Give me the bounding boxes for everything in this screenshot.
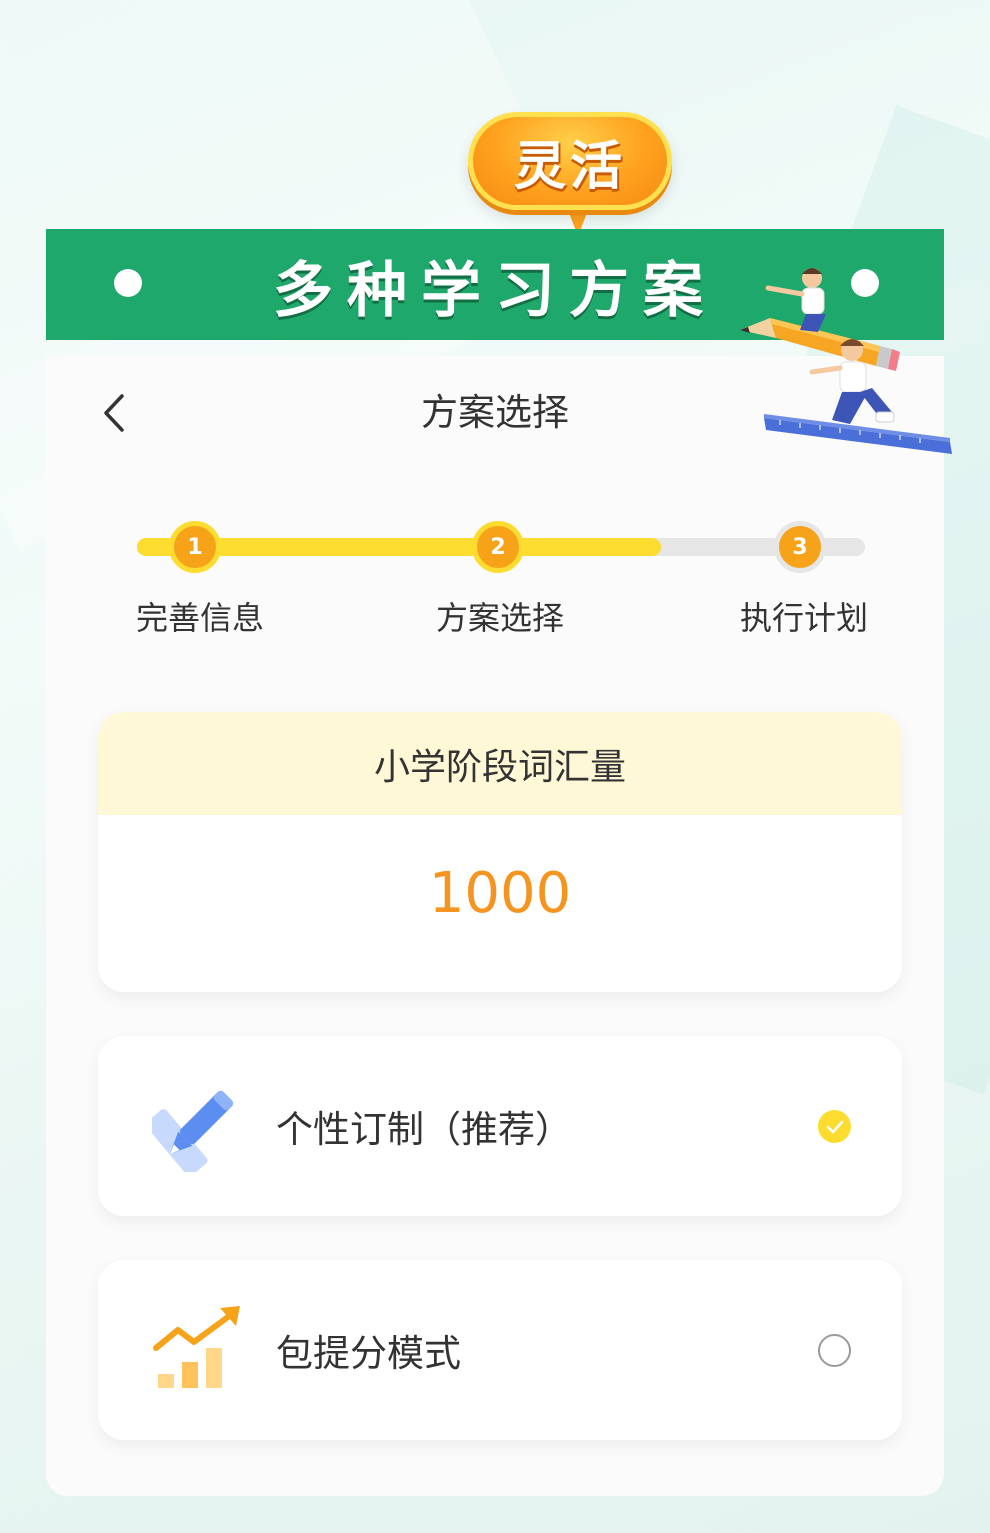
kids-pencil-illustration [740,268,952,454]
checkmark-icon [826,1120,843,1133]
chevron-left-icon [104,394,124,432]
banner-title: 多种学习方案 [273,256,717,326]
step-2-label: 方案选择 [435,599,564,637]
pencil-ruler-icon [152,1090,234,1172]
vocabulary-value: 1000 [428,861,572,926]
growth-chart-icon [153,1306,240,1388]
option-score-guarantee-label: 包提分模式 [276,1332,461,1375]
option-personalized[interactable]: 个性订制（推荐） [98,1036,902,1216]
back-button[interactable] [96,390,132,436]
step-1-circle: 1 [169,521,221,573]
radio-unselected-icon[interactable] [818,1334,851,1367]
option-score-guarantee[interactable]: 包提分模式 [98,1260,902,1440]
flexible-badge: 灵活 [468,112,672,210]
step-3-label: 执行计划 [739,599,868,637]
vocabulary-box: 小学阶段词汇量 1000 [98,712,902,992]
step-3-circle: 3 [774,521,826,573]
step-2-circle: 2 [472,521,524,573]
option-personalized-label: 个性订制（推荐） [276,1108,572,1151]
banner-dot-left [114,269,142,297]
vocabulary-title: 小学阶段词汇量 [98,712,902,815]
badge-text: 灵活 [513,136,626,197]
selected-check-icon[interactable] [818,1110,851,1143]
step-1-label: 完善信息 [135,599,264,637]
